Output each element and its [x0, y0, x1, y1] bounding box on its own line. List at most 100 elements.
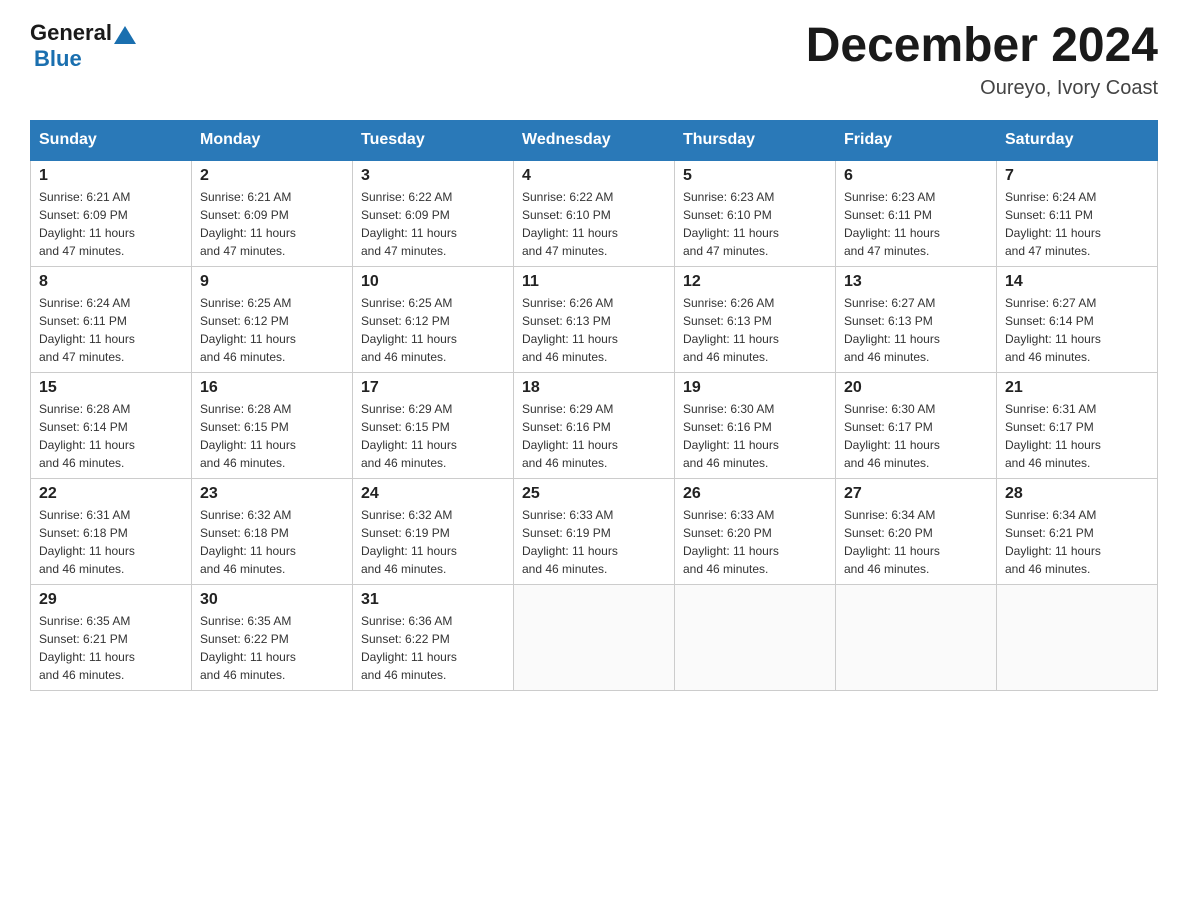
calendar-cell: 7 Sunrise: 6:24 AMSunset: 6:11 PMDaylight… — [997, 160, 1158, 267]
day-number: 17 — [361, 379, 505, 397]
day-info: Sunrise: 6:30 AMSunset: 6:16 PMDaylight:… — [683, 400, 827, 472]
calendar-cell: 27 Sunrise: 6:34 AMSunset: 6:20 PMDayligh… — [836, 478, 997, 584]
day-info: Sunrise: 6:30 AMSunset: 6:17 PMDaylight:… — [844, 400, 988, 472]
calendar-cell: 25 Sunrise: 6:33 AMSunset: 6:19 PMDayligh… — [514, 478, 675, 584]
day-info: Sunrise: 6:31 AMSunset: 6:17 PMDaylight:… — [1005, 400, 1149, 472]
logo-triangle-icon — [114, 24, 136, 44]
day-number: 13 — [844, 273, 988, 291]
calendar-cell: 3 Sunrise: 6:22 AMSunset: 6:09 PMDaylight… — [353, 160, 514, 267]
day-number: 11 — [522, 273, 666, 291]
day-number: 22 — [39, 485, 183, 503]
day-number: 21 — [1005, 379, 1149, 397]
calendar-cell — [836, 584, 997, 690]
weekday-header-friday: Friday — [836, 120, 997, 160]
day-info: Sunrise: 6:22 AMSunset: 6:10 PMDaylight:… — [522, 188, 666, 260]
calendar-cell: 19 Sunrise: 6:30 AMSunset: 6:16 PMDayligh… — [675, 372, 836, 478]
calendar-week-row: 15 Sunrise: 6:28 AMSunset: 6:14 PMDayligh… — [31, 372, 1158, 478]
calendar-cell — [514, 584, 675, 690]
day-info: Sunrise: 6:22 AMSunset: 6:09 PMDaylight:… — [361, 188, 505, 260]
calendar-cell: 11Sunrise: 6:26 AMSunset: 6:13 PMDayligh… — [514, 266, 675, 372]
calendar-cell — [997, 584, 1158, 690]
calendar-week-row: 1 Sunrise: 6:21 AMSunset: 6:09 PMDaylight… — [31, 160, 1158, 267]
weekday-header-saturday: Saturday — [997, 120, 1158, 160]
calendar-cell: 13Sunrise: 6:27 AMSunset: 6:13 PMDayligh… — [836, 266, 997, 372]
day-info: Sunrise: 6:21 AMSunset: 6:09 PMDaylight:… — [200, 188, 344, 260]
day-number: 20 — [844, 379, 988, 397]
day-number: 15 — [39, 379, 183, 397]
day-info: Sunrise: 6:32 AMSunset: 6:19 PMDaylight:… — [361, 506, 505, 578]
day-info: Sunrise: 6:28 AMSunset: 6:14 PMDaylight:… — [39, 400, 183, 472]
calendar-cell: 24 Sunrise: 6:32 AMSunset: 6:19 PMDayligh… — [353, 478, 514, 584]
day-info: Sunrise: 6:33 AMSunset: 6:19 PMDaylight:… — [522, 506, 666, 578]
day-info: Sunrise: 6:34 AMSunset: 6:21 PMDaylight:… — [1005, 506, 1149, 578]
day-number: 8 — [39, 273, 183, 291]
calendar-cell: 23 Sunrise: 6:32 AMSunset: 6:18 PMDayligh… — [192, 478, 353, 584]
day-info: Sunrise: 6:32 AMSunset: 6:18 PMDaylight:… — [200, 506, 344, 578]
logo: General Blue — [30, 20, 136, 72]
day-number: 4 — [522, 167, 666, 185]
calendar-cell: 4 Sunrise: 6:22 AMSunset: 6:10 PMDaylight… — [514, 160, 675, 267]
calendar-cell: 29Sunrise: 6:35 AMSunset: 6:21 PMDayligh… — [31, 584, 192, 690]
calendar-cell: 2 Sunrise: 6:21 AMSunset: 6:09 PMDaylight… — [192, 160, 353, 267]
day-info: Sunrise: 6:28 AMSunset: 6:15 PMDaylight:… — [200, 400, 344, 472]
weekday-header-tuesday: Tuesday — [353, 120, 514, 160]
day-info: Sunrise: 6:29 AMSunset: 6:15 PMDaylight:… — [361, 400, 505, 472]
day-info: Sunrise: 6:34 AMSunset: 6:20 PMDaylight:… — [844, 506, 988, 578]
day-number: 26 — [683, 485, 827, 503]
day-number: 31 — [361, 591, 505, 609]
day-number: 18 — [522, 379, 666, 397]
calendar-cell: 5 Sunrise: 6:23 AMSunset: 6:10 PMDaylight… — [675, 160, 836, 267]
day-number: 7 — [1005, 167, 1149, 185]
day-info: Sunrise: 6:36 AMSunset: 6:22 PMDaylight:… — [361, 612, 505, 684]
calendar-cell: 1 Sunrise: 6:21 AMSunset: 6:09 PMDaylight… — [31, 160, 192, 267]
day-number: 25 — [522, 485, 666, 503]
weekday-header-monday: Monday — [192, 120, 353, 160]
day-number: 28 — [1005, 485, 1149, 503]
day-number: 23 — [200, 485, 344, 503]
weekday-header-sunday: Sunday — [31, 120, 192, 160]
calendar-cell: 8 Sunrise: 6:24 AMSunset: 6:11 PMDaylight… — [31, 266, 192, 372]
calendar-cell: 30Sunrise: 6:35 AMSunset: 6:22 PMDayligh… — [192, 584, 353, 690]
day-info: Sunrise: 6:27 AMSunset: 6:14 PMDaylight:… — [1005, 294, 1149, 366]
day-number: 12 — [683, 273, 827, 291]
day-info: Sunrise: 6:25 AMSunset: 6:12 PMDaylight:… — [200, 294, 344, 366]
day-number: 1 — [39, 167, 183, 185]
location-title: Oureyo, Ivory Coast — [806, 77, 1158, 100]
calendar-cell: 10 Sunrise: 6:25 AMSunset: 6:12 PMDayligh… — [353, 266, 514, 372]
calendar-cell: 15 Sunrise: 6:28 AMSunset: 6:14 PMDayligh… — [31, 372, 192, 478]
calendar-cell: 18 Sunrise: 6:29 AMSunset: 6:16 PMDayligh… — [514, 372, 675, 478]
day-info: Sunrise: 6:24 AMSunset: 6:11 PMDaylight:… — [39, 294, 183, 366]
calendar-cell — [675, 584, 836, 690]
day-info: Sunrise: 6:35 AMSunset: 6:21 PMDaylight:… — [39, 612, 183, 684]
day-number: 24 — [361, 485, 505, 503]
calendar-cell: 16Sunrise: 6:28 AMSunset: 6:15 PMDayligh… — [192, 372, 353, 478]
day-info: Sunrise: 6:23 AMSunset: 6:10 PMDaylight:… — [683, 188, 827, 260]
day-number: 30 — [200, 591, 344, 609]
day-number: 19 — [683, 379, 827, 397]
day-number: 2 — [200, 167, 344, 185]
day-number: 5 — [683, 167, 827, 185]
day-info: Sunrise: 6:25 AMSunset: 6:12 PMDaylight:… — [361, 294, 505, 366]
calendar-cell: 12 Sunrise: 6:26 AMSunset: 6:13 PMDayligh… — [675, 266, 836, 372]
calendar-cell: 26Sunrise: 6:33 AMSunset: 6:20 PMDayligh… — [675, 478, 836, 584]
day-info: Sunrise: 6:31 AMSunset: 6:18 PMDaylight:… — [39, 506, 183, 578]
page-header: General Blue December 2024 Oureyo, Ivory… — [30, 20, 1158, 100]
day-number: 14 — [1005, 273, 1149, 291]
day-info: Sunrise: 6:26 AMSunset: 6:13 PMDaylight:… — [683, 294, 827, 366]
calendar-cell: 21 Sunrise: 6:31 AMSunset: 6:17 PMDayligh… — [997, 372, 1158, 478]
day-info: Sunrise: 6:21 AMSunset: 6:09 PMDaylight:… — [39, 188, 183, 260]
day-number: 10 — [361, 273, 505, 291]
calendar-cell: 17 Sunrise: 6:29 AMSunset: 6:15 PMDayligh… — [353, 372, 514, 478]
calendar-table: SundayMondayTuesdayWednesdayThursdayFrid… — [30, 120, 1158, 691]
day-number: 27 — [844, 485, 988, 503]
day-info: Sunrise: 6:24 AMSunset: 6:11 PMDaylight:… — [1005, 188, 1149, 260]
weekday-header-thursday: Thursday — [675, 120, 836, 160]
month-title: December 2024 — [806, 20, 1158, 73]
calendar-cell: 20 Sunrise: 6:30 AMSunset: 6:17 PMDayligh… — [836, 372, 997, 478]
calendar-cell: 14 Sunrise: 6:27 AMSunset: 6:14 PMDayligh… — [997, 266, 1158, 372]
calendar-cell: 28 Sunrise: 6:34 AMSunset: 6:21 PMDayligh… — [997, 478, 1158, 584]
calendar-cell: 6Sunrise: 6:23 AMSunset: 6:11 PMDaylight… — [836, 160, 997, 267]
day-info: Sunrise: 6:29 AMSunset: 6:16 PMDaylight:… — [522, 400, 666, 472]
calendar-week-row: 29Sunrise: 6:35 AMSunset: 6:21 PMDayligh… — [31, 584, 1158, 690]
day-number: 3 — [361, 167, 505, 185]
